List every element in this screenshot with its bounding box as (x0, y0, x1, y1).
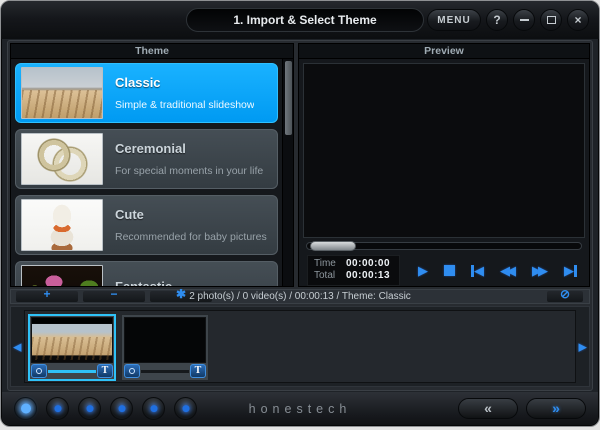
next-button[interactable]: » (526, 398, 586, 419)
seek-handle[interactable] (310, 241, 356, 251)
remove-photo-button[interactable]: − (83, 291, 145, 302)
fast-forward-icon: ▶▶ (532, 264, 544, 277)
minimize-icon (520, 19, 529, 21)
selection-line (141, 370, 189, 373)
minus-icon: − (110, 290, 117, 299)
window-controls: MENU ? × (427, 9, 599, 31)
transition-button-2[interactable] (124, 364, 140, 378)
title-bar: 1. Import & Select Theme MENU ? × (1, 1, 599, 39)
rewind-icon: ◀◀ (500, 264, 512, 277)
strip-scroll-right-button[interactable]: ▶ (579, 340, 587, 353)
title-icon: T (102, 365, 109, 377)
skip-start-button[interactable]: ◀ (471, 264, 484, 277)
close-button[interactable]: × (567, 9, 589, 31)
theme-thumbnail-cute (21, 199, 103, 251)
title-button-2[interactable]: T (190, 364, 206, 378)
clip-card-2[interactable]: T (121, 314, 209, 381)
stop-button[interactable] (444, 265, 455, 276)
help-button[interactable]: ? (486, 9, 508, 31)
clip-thumbnail-1 (31, 317, 113, 363)
bottom-bar: honestech « » (2, 392, 598, 425)
play-button[interactable]: ▶ (418, 264, 428, 277)
step-button-2[interactable] (46, 397, 69, 420)
theme-thumbnail-ceremonial (21, 133, 103, 185)
rewind-button[interactable]: ◀◀ (500, 264, 516, 277)
total-label: Total (314, 270, 346, 282)
theme-description: Recommended for baby pictures (115, 231, 267, 243)
skip-end-button[interactable]: ▶ (564, 264, 577, 277)
title-button-1[interactable]: T (97, 364, 113, 378)
maximize-button[interactable] (540, 9, 562, 31)
fast-forward-button[interactable]: ▶▶ (532, 264, 548, 277)
skip-end-icon (574, 265, 577, 277)
theme-list: Classic Simple & traditional slideshow C… (11, 59, 282, 286)
step-led-icon (150, 405, 157, 412)
step-button-4[interactable] (110, 397, 133, 420)
theme-scrollbar[interactable] (282, 59, 293, 286)
theme-item-classic[interactable]: Classic Simple & traditional slideshow (15, 63, 278, 123)
theme-name: Ceremonial (115, 141, 263, 156)
scrollbar-thumb[interactable] (285, 61, 292, 135)
step-led-icon (54, 405, 61, 412)
step-title: 1. Import & Select Theme (186, 8, 424, 32)
step-led-icon (118, 405, 125, 412)
step-led-icon (182, 405, 189, 412)
minimize-button[interactable] (513, 9, 535, 31)
clip-card-1[interactable]: T (28, 314, 116, 381)
add-photo-button[interactable]: + (16, 291, 78, 302)
gear-icon: ✱ (176, 290, 186, 299)
time-value: 00:00:00 (346, 258, 390, 270)
transition-icon (129, 368, 135, 374)
theme-name: Cute (115, 207, 267, 222)
clip-thumbnail-2 (124, 317, 206, 363)
theme-name: Fantastic (115, 279, 172, 286)
back-button[interactable]: « (458, 398, 518, 419)
step-button-6[interactable] (174, 397, 197, 420)
theme-item-fantastic[interactable]: Fantastic (15, 261, 278, 286)
total-value: 00:00:13 (346, 270, 390, 282)
theme-panel: Theme Classic Simple & traditional slide… (10, 43, 294, 287)
theme-item-cute[interactable]: Cute Recommended for baby pictures (15, 195, 278, 255)
theme-name: Classic (115, 75, 254, 90)
stop-icon (444, 265, 455, 276)
app-window: 1. Import & Select Theme MENU ? × Theme (0, 0, 600, 427)
time-label: Time (314, 258, 346, 270)
step-led-icon (21, 403, 31, 413)
time-display: Time 00:00:00 Total 00:00:13 (307, 255, 400, 286)
seek-bar[interactable] (306, 242, 582, 250)
transition-button-1[interactable] (31, 364, 47, 378)
preview-panel-header: Preview (299, 44, 589, 59)
brand-logo: honestech (249, 402, 352, 416)
strip-scroll-left-button[interactable]: ◀ (13, 340, 21, 353)
theme-thumbnail-classic (21, 67, 103, 119)
plus-icon: + (43, 290, 50, 299)
step-button-5[interactable] (142, 397, 165, 420)
menu-button[interactable]: MENU (427, 9, 481, 31)
preview-panel: Preview Time 00:00:00 Total 00:00:13 (298, 43, 590, 287)
selection-line (48, 370, 96, 373)
step-button-3[interactable] (78, 397, 101, 420)
step-led-icon (86, 405, 93, 412)
theme-panel-header: Theme (11, 44, 293, 59)
strip-track: T T (24, 310, 576, 383)
playback-controls: Time 00:00:00 Total 00:00:13 ▶ ◀ ◀◀ (307, 255, 581, 286)
play-icon: ▶ (418, 264, 428, 277)
clip-strip: ◀ T T (10, 306, 590, 387)
step-dock (14, 397, 197, 420)
theme-thumbnail-fantastic (21, 265, 103, 286)
transition-icon (36, 368, 42, 374)
main-content: Theme Classic Simple & traditional slide… (7, 40, 593, 391)
title-icon: T (195, 365, 202, 377)
circle-slash-icon: ⊘ (560, 290, 570, 299)
theme-description: For special moments in your life (115, 165, 263, 177)
clear-all-button[interactable]: ⊘ (547, 291, 583, 302)
clip-toolbar: + − ✱ 2 photo(s) / 0 video(s) / 00:00:13… (10, 289, 590, 304)
preview-screen (303, 63, 585, 238)
theme-description: Simple & traditional slideshow (115, 99, 254, 111)
maximize-icon (547, 16, 556, 24)
step-button-1[interactable] (14, 397, 37, 420)
theme-item-ceremonial[interactable]: Ceremonial For special moments in your l… (15, 129, 278, 189)
settings-button[interactable]: ✱ (150, 291, 212, 302)
